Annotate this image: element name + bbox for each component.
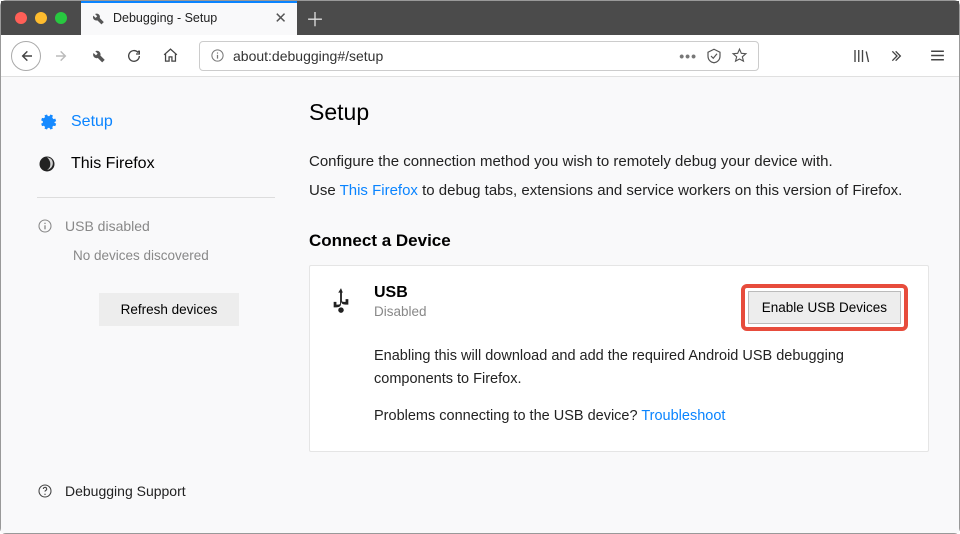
close-tab-icon[interactable]: ✕ xyxy=(274,9,287,27)
page-content: Setup This Firefox USB disabled No devic… xyxy=(1,77,959,533)
no-devices-text: No devices discovered xyxy=(37,248,275,263)
browser-tab[interactable]: Debugging - Setup ✕ xyxy=(81,1,297,35)
firefox-icon xyxy=(37,154,57,174)
enable-usb-button[interactable]: Enable USB Devices xyxy=(748,291,901,324)
sidebar: Setup This Firefox USB disabled No devic… xyxy=(1,77,289,533)
library-icon[interactable] xyxy=(849,44,873,68)
troubleshoot-link[interactable]: Troubleshoot xyxy=(641,408,725,424)
trouble-text: Problems connecting to the USB device? xyxy=(374,408,641,424)
menu-icon[interactable] xyxy=(925,44,949,68)
sidebar-item-support[interactable]: Debugging Support xyxy=(37,483,275,517)
info-icon[interactable] xyxy=(210,48,225,63)
main-panel: Setup Configure the connection method yo… xyxy=(289,77,959,533)
this-firefox-link[interactable]: This Firefox xyxy=(340,182,418,199)
connect-heading: Connect a Device xyxy=(309,231,929,251)
gear-icon xyxy=(37,112,57,132)
close-window-icon[interactable] xyxy=(15,12,27,24)
browser-toolbar: about:debugging#/setup ••• xyxy=(1,35,959,77)
usb-label: USB xyxy=(374,284,427,302)
divider xyxy=(37,197,275,198)
wrench-icon xyxy=(91,11,105,25)
overflow-icon[interactable] xyxy=(883,44,907,68)
refresh-devices-button[interactable]: Refresh devices xyxy=(99,293,240,326)
sidebar-item-label: This Firefox xyxy=(71,155,155,173)
usb-status: Disabled xyxy=(374,304,427,319)
usb-icon xyxy=(330,284,356,314)
url-text: about:debugging#/setup xyxy=(233,48,383,64)
sidebar-item-this-firefox[interactable]: This Firefox xyxy=(37,143,275,185)
usb-status-text: USB disabled xyxy=(65,218,150,234)
back-button[interactable] xyxy=(11,41,41,71)
forward-button[interactable] xyxy=(47,41,77,71)
developer-tools-icon[interactable] xyxy=(83,41,113,71)
support-label: Debugging Support xyxy=(65,483,186,499)
window-controls xyxy=(1,12,81,24)
window-titlebar: Debugging - Setup ✕ ＋ xyxy=(1,1,959,35)
usb-description: Enabling this will download and add the … xyxy=(374,345,908,391)
bookmark-star-icon[interactable] xyxy=(731,47,748,64)
sidebar-item-label: Setup xyxy=(71,113,113,131)
tab-title: Debugging - Setup xyxy=(113,11,217,25)
usb-card: USB Disabled Enable USB Devices Enabling… xyxy=(309,265,929,452)
address-bar[interactable]: about:debugging#/setup ••• xyxy=(199,41,759,71)
reader-mode-icon[interactable] xyxy=(705,47,723,65)
usb-status-row: USB disabled xyxy=(37,218,275,234)
reload-button[interactable] xyxy=(119,41,149,71)
help-icon xyxy=(37,483,53,499)
page-actions-icon[interactable]: ••• xyxy=(679,48,697,64)
highlight-annotation: Enable USB Devices xyxy=(741,284,908,331)
home-button[interactable] xyxy=(155,41,185,71)
info-icon xyxy=(37,218,53,234)
sidebar-item-setup[interactable]: Setup xyxy=(37,101,275,143)
new-tab-button[interactable]: ＋ xyxy=(301,4,329,32)
intro-paragraph: Configure the connection method you wish… xyxy=(309,148,929,205)
minimize-window-icon[interactable] xyxy=(35,12,47,24)
page-title: Setup xyxy=(309,99,929,126)
zoom-window-icon[interactable] xyxy=(55,12,67,24)
